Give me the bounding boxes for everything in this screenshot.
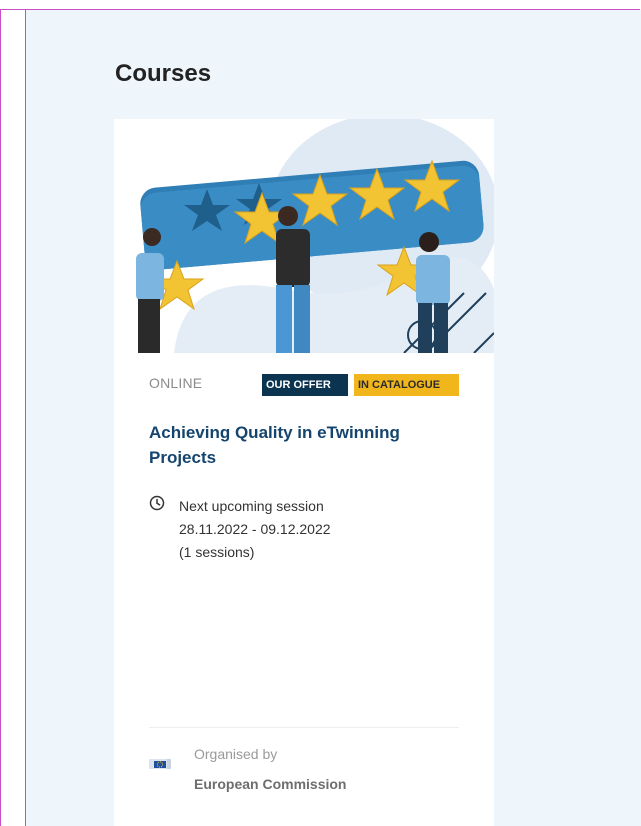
clock-icon [149,495,165,511]
session-label: Next upcoming session [179,498,324,514]
course-meta: ONLINE OUR OFFER IN CATALOGUE [149,374,469,399]
session-count: (1 sessions) [179,544,255,560]
page-title: Courses [115,60,212,87]
course-mode-label: ONLINE [149,375,203,391]
panel-edge [25,10,26,826]
rating-stars-illustration-icon [136,119,494,353]
eu-flag-icon [149,759,171,769]
session-dates: 28.11.2022 - 09.12.2022 [179,521,331,537]
organiser-name: European Commission [194,776,347,792]
course-title-link[interactable]: Achieving Quality in eTwinning Projects [149,420,459,470]
course-card[interactable]: ONLINE OUR OFFER IN CATALOGUE Achieving … [114,119,494,826]
organiser-info: Organised by European Commission [149,746,449,796]
organised-by-label: Organised by [194,746,278,762]
our-offer-badge: OUR OFFER [262,374,348,396]
session-details: Next upcoming session 28.11.2022 - 09.12… [179,495,331,564]
in-catalogue-badge: IN CATALOGUE [354,374,459,396]
card-divider [149,727,459,728]
course-hero-image[interactable] [114,119,494,353]
